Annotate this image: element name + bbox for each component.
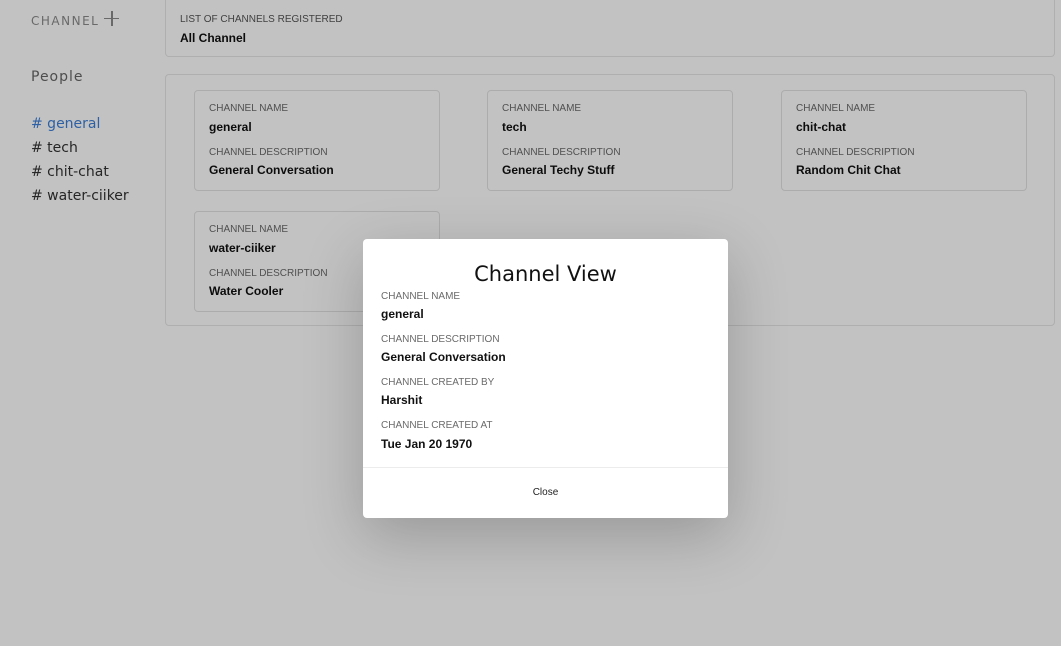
modal-footer: Close (363, 467, 728, 519)
modal-created-by-label: CHANNEL CREATED BY (381, 377, 495, 388)
modal-channel-name-label: CHANNEL NAME (381, 291, 461, 302)
app-root: CHANNEL People # general # tech # chit-c… (0, 0, 1061, 646)
modal-channel-name: general (381, 307, 424, 321)
modal-channel-description-label: CHANNEL DESCRIPTION (381, 334, 500, 345)
modal-channel-description: General Conversation (381, 350, 506, 364)
channel-view-modal: Channel View CHANNEL NAME general CHANNE… (363, 239, 728, 518)
modal-created-at: Tue Jan 20 1970 (381, 437, 473, 451)
close-button[interactable]: Close (363, 487, 728, 498)
modal-created-by: Harshit (381, 393, 423, 407)
modal-created-at-label: CHANNEL CREATED AT (381, 420, 493, 431)
modal-title: Channel View (474, 262, 617, 286)
